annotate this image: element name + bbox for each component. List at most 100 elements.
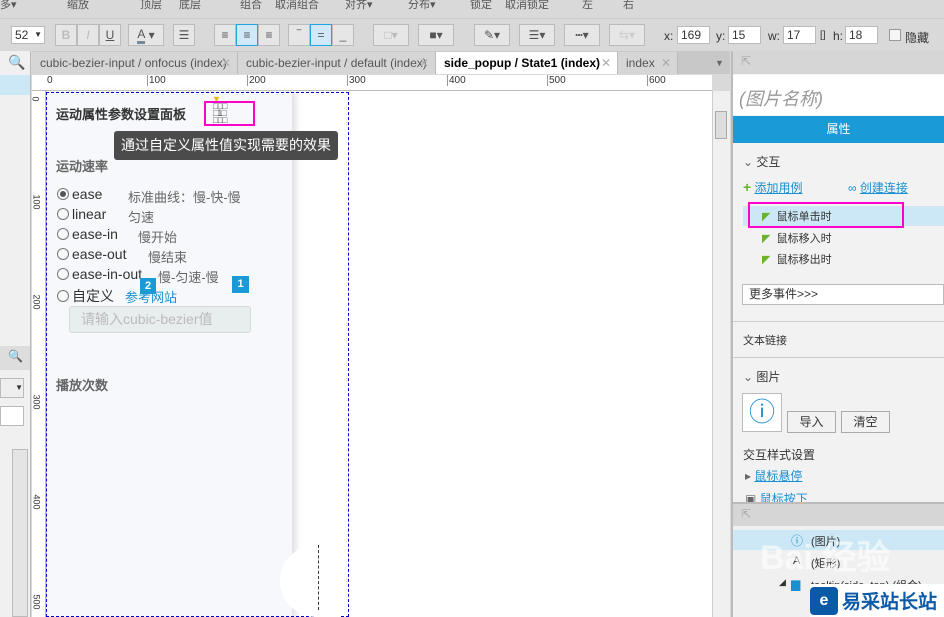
align-center-icon[interactable]: ≡ [236, 24, 258, 46]
tab-side-popup[interactable]: side_popup / State1 (index) ✕ [436, 52, 618, 74]
scrollbar[interactable] [12, 449, 28, 617]
add-case-link[interactable]: + 添加用例 [743, 179, 803, 196]
menu-zoom[interactable]: 缩放 [67, 0, 89, 12]
bullet-list-icon[interactable]: ☰ [173, 24, 195, 46]
tab-properties[interactable]: 属性 [733, 116, 944, 143]
font-color-button[interactable]: A ▾ [128, 24, 164, 46]
create-link[interactable]: ∞ 创建连接 [848, 179, 908, 196]
search-icon[interactable]: 🔍 [8, 54, 25, 71]
menu-unlock[interactable]: 取消锁定 [505, 0, 549, 12]
font-size-select[interactable]: 52 ▼ [11, 26, 45, 44]
guide-line [318, 545, 319, 610]
selected-page[interactable] [0, 75, 30, 95]
menu-lock[interactable]: 锁定 [470, 0, 492, 12]
collapse-icon[interactable]: ⇱ [741, 507, 751, 521]
event-click[interactable]: ◤ 鼠标单击时 [762, 208, 832, 224]
widget-name-field[interactable]: (图片名称) [733, 75, 944, 115]
clear-button[interactable]: 清空 [841, 411, 890, 433]
outline-item-selected[interactable]: ⓘ (图片) [733, 530, 944, 550]
align-middle-icon[interactable]: = [310, 24, 332, 46]
library-select[interactable]: ▼ [0, 378, 24, 398]
radio-linear[interactable]: linear [57, 206, 106, 222]
event-label: 鼠标移入时 [776, 233, 832, 245]
close-icon[interactable]: ✕ [601, 52, 611, 74]
hover-style-link[interactable]: ▸ 鼠标悬停 [745, 467, 802, 484]
more-events-select[interactable]: 更多事件>>> [742, 284, 944, 305]
radio-ease-in[interactable]: ease-in [57, 226, 118, 242]
h-field[interactable]: 18 [845, 26, 878, 44]
radio-ease[interactable]: ease [57, 186, 102, 202]
interaction-section[interactable]: ⌄ 交互 [743, 153, 780, 170]
import-button[interactable]: 导入 [787, 411, 836, 433]
font-color-icon: A [137, 27, 146, 44]
text-link-section[interactable]: 文本链接 [743, 332, 787, 348]
watermark-text: 易采站长站 [842, 592, 938, 613]
line-color-icon[interactable]: ✎▾ [474, 24, 510, 46]
event-mouse-leave[interactable]: ◤ 鼠标移出时 [762, 251, 832, 267]
tab-index[interactable]: index ✕ [618, 52, 678, 74]
panel-title: 运动属性参数设置面板 [56, 107, 187, 122]
library-search-input[interactable] [0, 406, 24, 426]
w-field[interactable]: 17 [783, 26, 816, 44]
menu-group[interactable]: 组合 [240, 0, 262, 12]
footnote-badge[interactable]: 1 [232, 276, 249, 293]
menu-align[interactable]: 对齐▾ [345, 0, 373, 12]
tab-label: side_popup / State1 (index) [444, 56, 601, 70]
canvas-scrollbar[interactable] [712, 91, 730, 617]
section-label: 交互 [756, 155, 781, 169]
create-link-label: 创建连接 [859, 181, 908, 195]
bold-button[interactable]: B [55, 24, 77, 46]
event-mouse-enter[interactable]: ◤ 鼠标移入时 [762, 230, 832, 246]
menu-ungroup[interactable]: 取消组合 [275, 0, 319, 12]
tab-dropdown-icon[interactable]: ▼ [715, 58, 724, 68]
radio-ease-in-out[interactable]: ease-in-out [57, 266, 142, 282]
menu-left[interactable]: 左 [582, 0, 593, 12]
radio-label: ease-out [72, 246, 127, 262]
lock-ratio-icon[interactable]: [] [820, 30, 826, 41]
footnote-badge[interactable]: 2 [140, 278, 156, 294]
search-icon[interactable]: 🔍 [8, 349, 23, 363]
option-desc: 慢结束 [148, 250, 188, 265]
rectangle-icon: A [793, 555, 801, 567]
underline-button[interactable]: U [99, 24, 121, 46]
cursor-event-icon: ◤ [762, 211, 771, 223]
tab-onfocus[interactable]: cubic-bezier-input / onfocus (index) ✕ [32, 52, 238, 74]
masters-header: 🔍 [0, 346, 30, 370]
hover-label: 鼠标悬停 [754, 469, 803, 483]
cubic-bezier-input[interactable]: 请输入cubic-bezier值 [69, 306, 251, 333]
y-field[interactable]: 15 [728, 26, 761, 44]
play-count-title: 播放次数 [56, 378, 109, 393]
radio-label: ease-in-out [72, 266, 143, 282]
align-bottom-icon[interactable]: _ [332, 24, 354, 46]
expand-icon[interactable]: ◢ [779, 577, 786, 588]
image-section[interactable]: ⌄ 图片 [743, 368, 780, 385]
line-style-icon[interactable]: ┅▾ [564, 24, 600, 46]
folder-icon: ▆ [791, 577, 801, 591]
radio-custom[interactable]: 自定义 [57, 286, 114, 306]
collapse-icon[interactable]: ⇱ [741, 54, 751, 68]
arrow-style-icon[interactable]: ⇆▾ [609, 24, 645, 46]
italic-button[interactable]: I [77, 24, 99, 46]
tab-default[interactable]: cubic-bezier-input / default (index) ✕ [238, 52, 436, 74]
x-field[interactable]: 169 [677, 26, 710, 44]
shadow-icon[interactable]: ■▾ [418, 24, 454, 46]
menu-back[interactable]: 底层 [179, 0, 201, 12]
menu-right[interactable]: 右 [623, 0, 634, 12]
radio-icon [57, 268, 69, 280]
align-right-icon[interactable]: ≡ [258, 24, 280, 46]
pressed-style-link[interactable]: ▣ 鼠标按下 [745, 490, 808, 502]
hidden-checkbox[interactable] [889, 29, 901, 41]
line-width-icon[interactable]: ☰▾ [519, 24, 555, 46]
close-icon[interactable]: ✕ [661, 52, 671, 74]
menu-more[interactable]: 多▾ [0, 0, 17, 12]
align-left-icon[interactable]: ≡ [214, 24, 236, 46]
menu-front[interactable]: 顶层 [140, 0, 162, 12]
ruler-tick: 200 [31, 294, 42, 310]
fill-color-icon[interactable]: □▾ [373, 24, 409, 46]
align-top-icon[interactable]: ‾ [288, 24, 310, 46]
radio-ease-out[interactable]: ease-out [57, 246, 126, 262]
outline-item[interactable]: A (矩形) [733, 552, 944, 572]
close-icon[interactable]: ✕ [221, 52, 231, 74]
menu-distribute[interactable]: 分布▾ [408, 0, 436, 12]
close-icon[interactable]: ✕ [419, 52, 429, 74]
